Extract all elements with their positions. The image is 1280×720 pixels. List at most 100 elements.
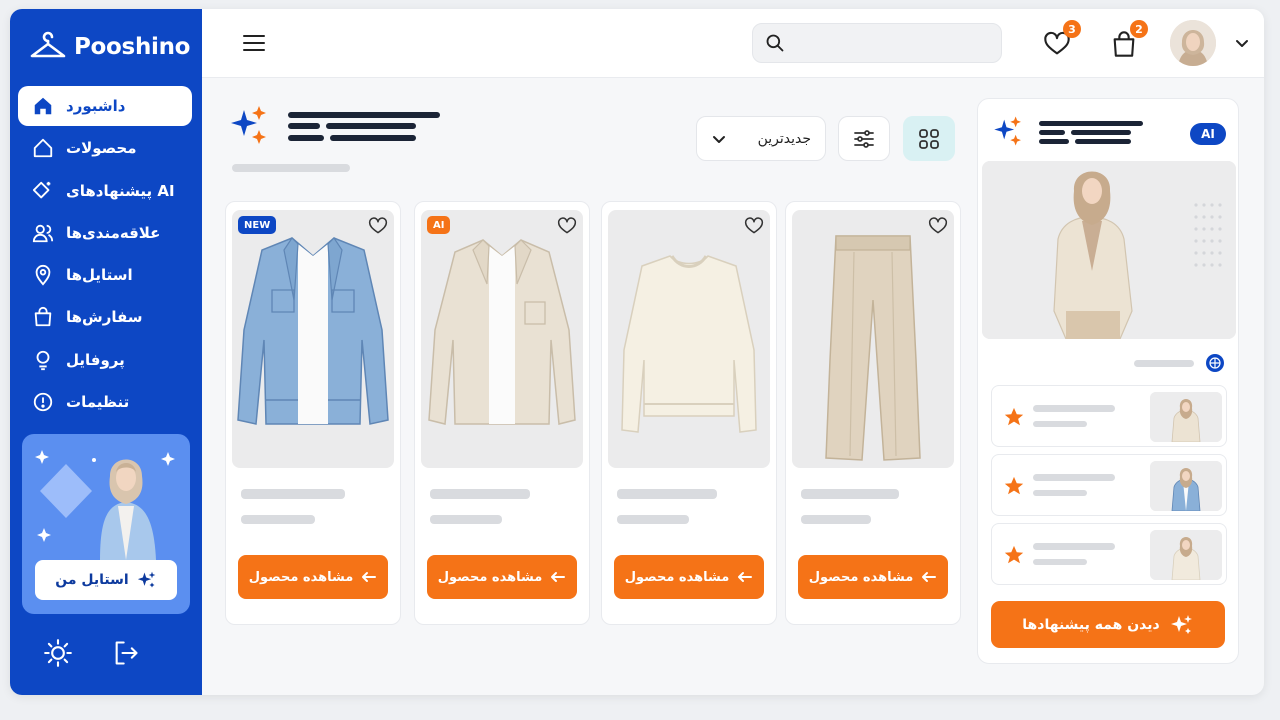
ai-badge: AI	[427, 216, 451, 234]
tag-icon	[33, 139, 53, 158]
beige-overshirt-image	[428, 239, 576, 425]
menu-button[interactable]	[238, 27, 270, 59]
theme-toggle-button[interactable]	[42, 637, 74, 669]
product-image	[792, 210, 954, 468]
heart-icon	[368, 217, 388, 234]
sort-dropdown[interactable]: جدیدترین	[696, 116, 826, 161]
product-image: NEW	[232, 210, 394, 468]
view-product-label: مشاهده محصول	[808, 569, 914, 585]
sidebar: Pooshino داشبورد محصولات پیشنهادهای AI ع…	[10, 9, 202, 695]
recommendation-item[interactable]	[991, 385, 1227, 447]
sidebar-item-dashboard[interactable]: داشبورد	[18, 86, 192, 126]
bag-icon	[34, 307, 52, 327]
recommendation-item[interactable]	[991, 523, 1227, 585]
sidebar-item-settings[interactable]: تنظیمات	[18, 382, 192, 422]
sidebar-item-favorites[interactable]: علاقه‌مندی‌ها	[18, 213, 192, 253]
user-avatar-image	[1170, 20, 1216, 66]
users-icon	[32, 224, 54, 243]
arrow-left-icon	[738, 572, 753, 582]
home-icon	[34, 97, 52, 115]
hanger-icon	[30, 31, 66, 58]
star-icon	[1004, 407, 1024, 426]
product-card[interactable]: مشاهده محصول	[785, 201, 961, 625]
sidebar-item-label: علاقه‌مندی‌ها	[66, 223, 161, 242]
wishlist-button[interactable]: 3	[1041, 20, 1081, 60]
globe-icon	[1206, 354, 1224, 372]
my-style-button[interactable]: استایل من	[35, 560, 177, 600]
sparkle-icon	[994, 116, 1021, 146]
arrow-left-icon	[551, 572, 566, 582]
search-input[interactable]	[793, 35, 993, 51]
cream-sweater-image	[621, 255, 757, 433]
sidebar-item-label: پروفایل	[66, 350, 125, 369]
view-product-button[interactable]: مشاهده محصول	[427, 555, 577, 599]
sliders-icon	[854, 129, 874, 148]
heart-icon	[928, 217, 948, 234]
favorite-toggle[interactable]	[366, 214, 390, 238]
logout-button[interactable]	[110, 637, 142, 669]
sidebar-item-products[interactable]: محصولات	[18, 128, 192, 168]
favorite-toggle[interactable]	[555, 214, 579, 238]
style-model-image	[982, 161, 1236, 339]
recommendation-thumbnail	[1150, 392, 1222, 442]
brand-name: Pooshino	[74, 34, 191, 60]
favorite-toggle[interactable]	[926, 214, 950, 238]
sparkle-icon	[1170, 614, 1192, 634]
cream-outfit-thumb	[1150, 530, 1222, 580]
sidebar-item-label: سفارش‌ها	[66, 308, 143, 327]
heart-icon	[744, 217, 764, 234]
settings-icon	[33, 392, 53, 412]
hamburger-icon	[243, 35, 265, 51]
new-badge: NEW	[238, 216, 277, 234]
sidebar-item-label: استایل‌ها	[66, 266, 133, 285]
product-image	[608, 210, 770, 468]
ai-sparkle-icon	[32, 181, 51, 198]
view-product-label: مشاهده محصول	[624, 569, 730, 585]
sidebar-item-ai-suggestions[interactable]: پیشنهادهای AI	[18, 171, 192, 211]
view-product-button[interactable]: مشاهده محصول	[238, 555, 388, 599]
promo-illustration	[35, 450, 175, 560]
account-menu-toggle[interactable]	[1226, 27, 1258, 59]
search-bar[interactable]	[752, 23, 1002, 63]
cart-count-badge: 2	[1130, 20, 1148, 38]
sidebar-item-orders[interactable]: سفارش‌ها	[18, 297, 192, 337]
arrow-left-icon	[922, 572, 937, 582]
sidebar-item-styles[interactable]: استایل‌ها	[18, 255, 192, 295]
sidebar-item-profile[interactable]: پروفایل	[18, 340, 192, 380]
recommendation-item[interactable]	[991, 454, 1227, 516]
search-icon	[766, 34, 784, 52]
model-photo	[982, 161, 1236, 339]
ai-suggestions-panel: AI دیدن همه پیشنهادها	[977, 98, 1239, 664]
view-product-label: مشاهده محصول	[248, 569, 354, 585]
sparkle-icon	[137, 571, 156, 588]
avatar[interactable]	[1170, 20, 1216, 66]
view-all-suggestions-button[interactable]: دیدن همه پیشنهادها	[991, 601, 1225, 648]
cart-button[interactable]: 2	[1108, 20, 1148, 60]
denim-jacket-outfit-thumb	[1150, 461, 1222, 511]
brand-logo[interactable]: Pooshino	[28, 29, 190, 65]
arrow-left-icon	[362, 572, 377, 582]
filter-button[interactable]	[838, 116, 890, 161]
grid-icon	[919, 128, 939, 149]
sidebar-item-label: محصولات	[66, 139, 137, 158]
sidebar-nav: داشبورد محصولات پیشنهادهای AI علاقه‌مندی…	[18, 86, 192, 424]
product-image: AI	[421, 210, 583, 468]
chevron-down-icon	[1236, 40, 1248, 47]
sun-icon	[44, 639, 72, 667]
view-product-button[interactable]: مشاهده محصول	[614, 555, 764, 599]
view-product-button[interactable]: مشاهده محصول	[798, 555, 948, 599]
app-window: Pooshino داشبورد محصولات پیشنهادهای AI ع…	[10, 9, 1264, 695]
sidebar-item-label: پیشنهادهای AI	[66, 181, 175, 200]
beige-jacket-outfit-thumb	[1150, 392, 1222, 442]
product-card[interactable]: NEW مشاهده محصول	[225, 201, 401, 625]
recommendation-thumbnail	[1150, 461, 1222, 511]
beige-trousers-image	[825, 235, 921, 461]
product-card[interactable]: AI مشاهده محصول	[414, 201, 590, 625]
grid-view-button[interactable]	[903, 116, 955, 161]
sidebar-item-label: داشبورد	[66, 97, 126, 115]
favorite-toggle[interactable]	[742, 214, 766, 238]
denim-jacket-image	[237, 237, 389, 425]
sort-selected-value: جدیدترین	[757, 130, 811, 147]
product-card[interactable]: مشاهده محصول	[601, 201, 777, 625]
heart-icon	[557, 217, 577, 234]
